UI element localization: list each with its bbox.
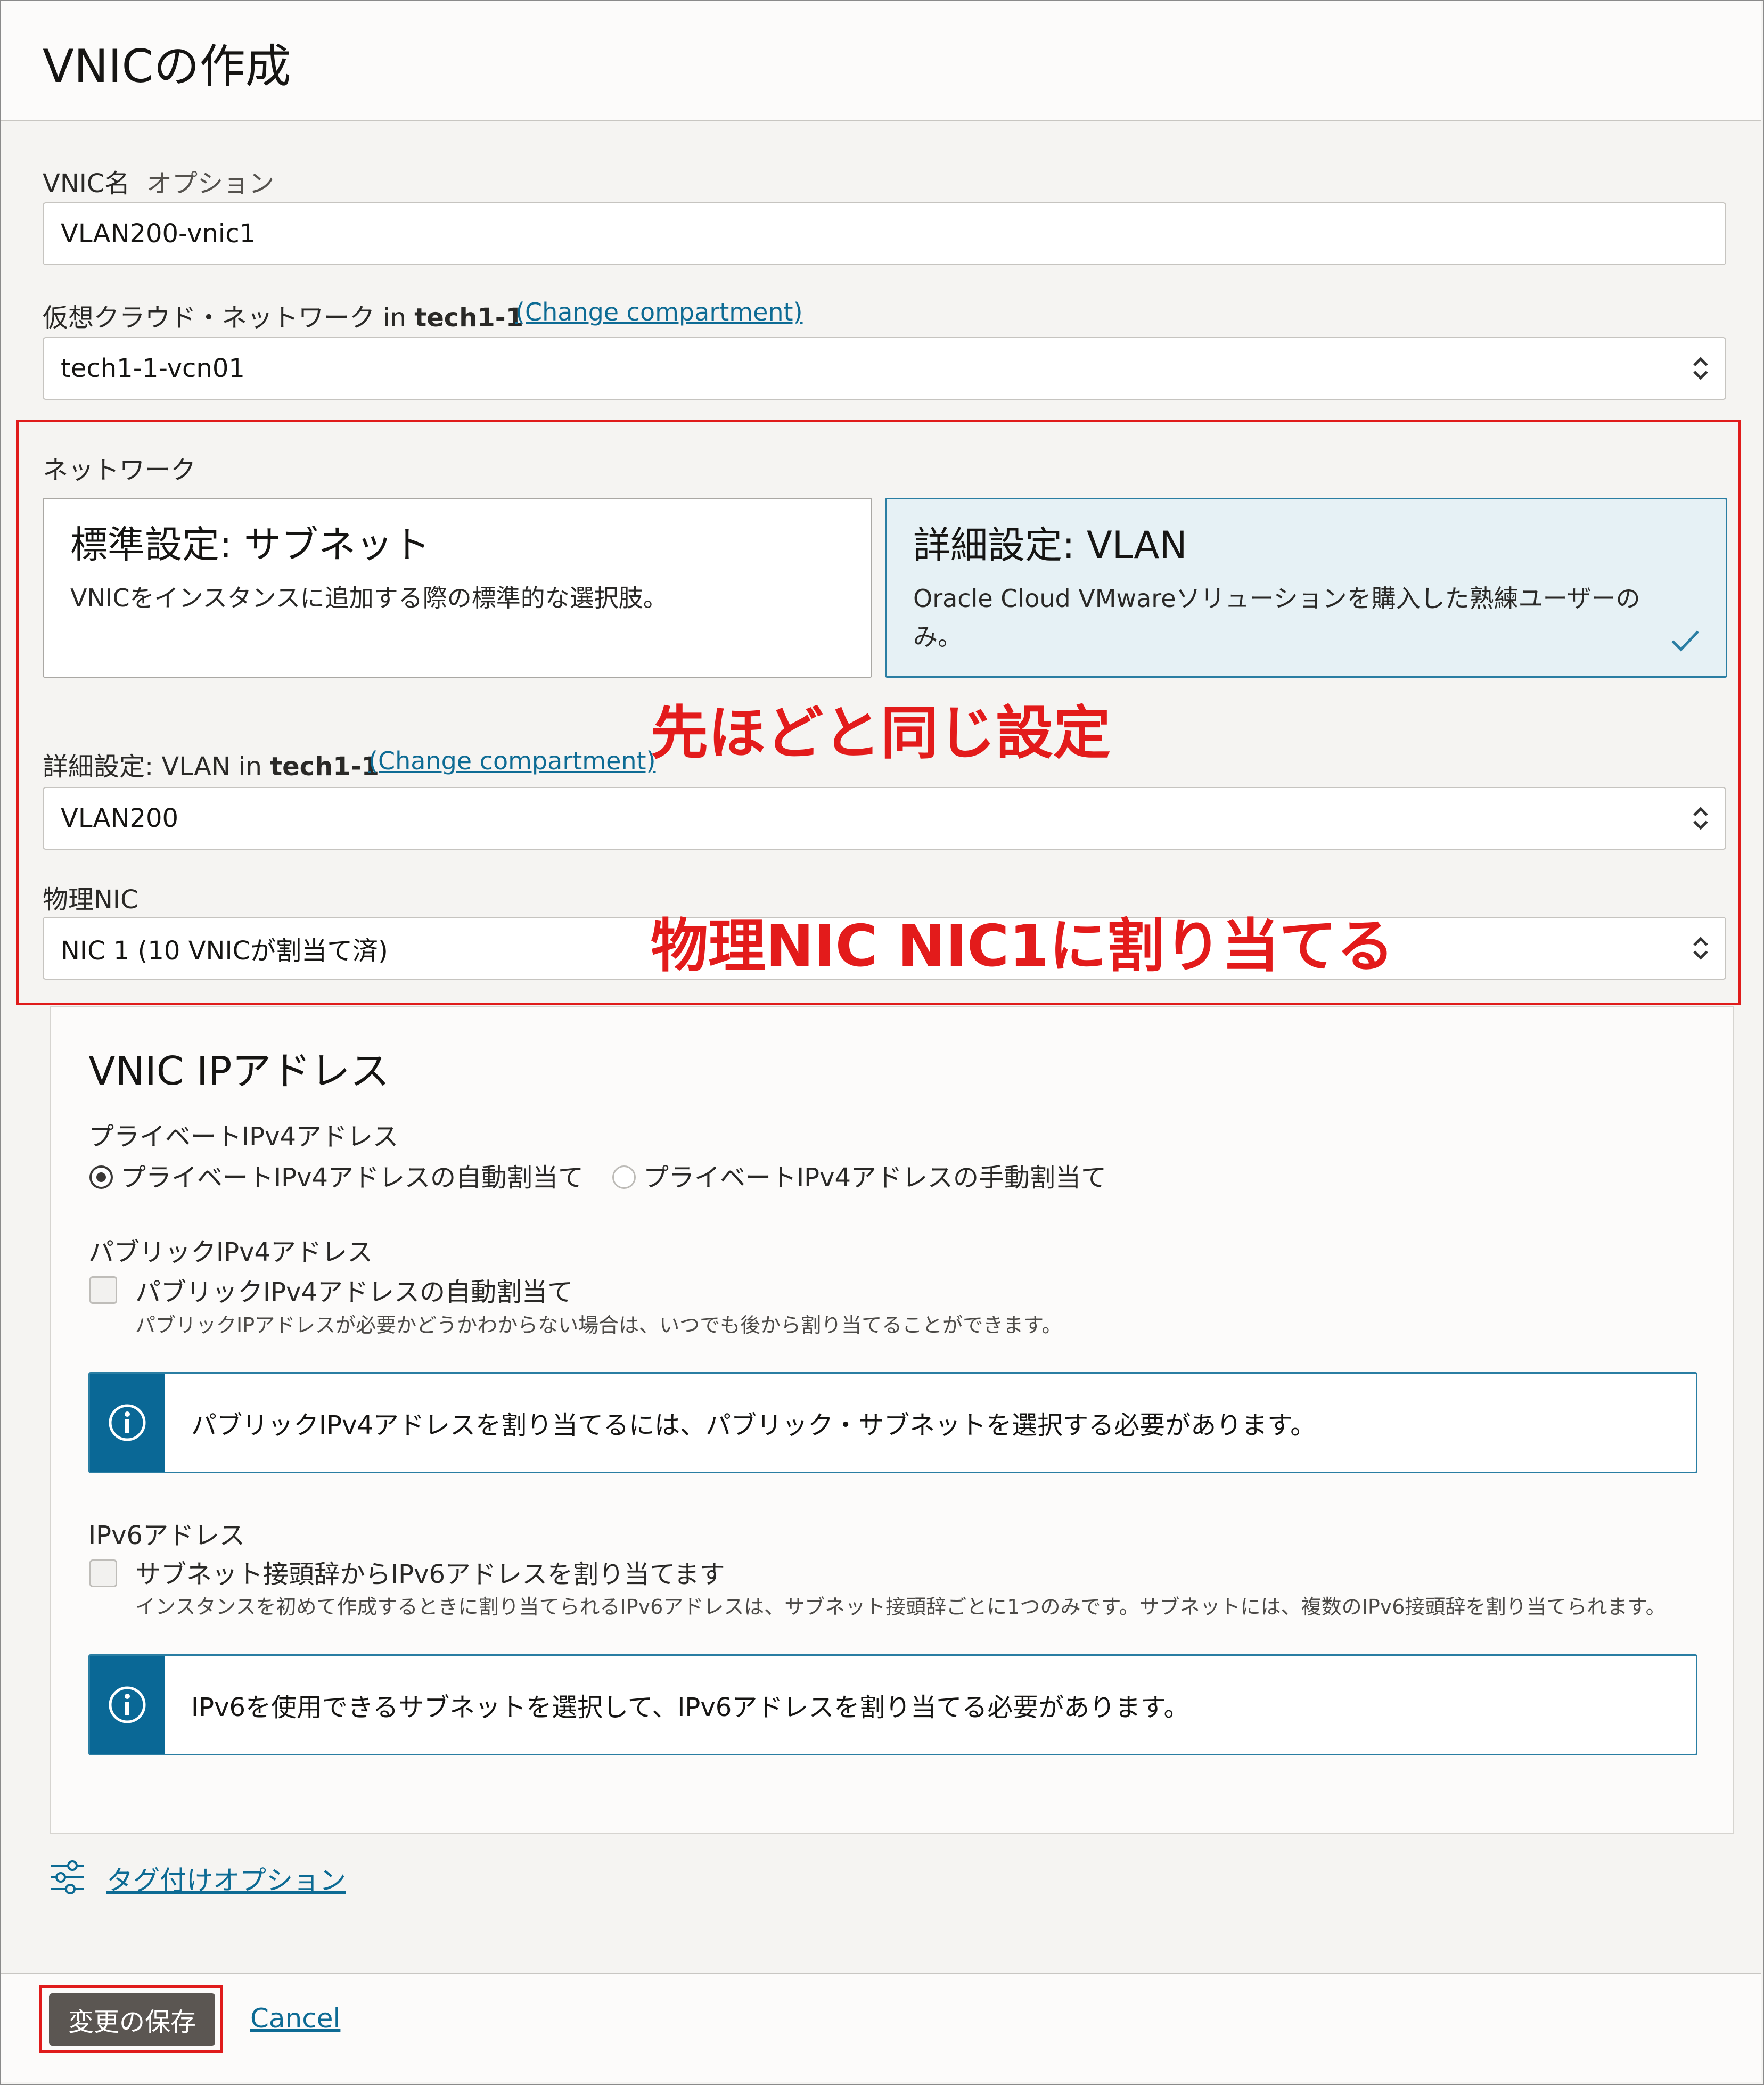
advanced-card-desc: Oracle Cloud VMwareソリューションを購入した熟練ユーザーの み… [913, 579, 1640, 656]
advanced-vlan-card[interactable]: 詳細設定: VLAN Oracle Cloud VMwareソリューションを購入… [885, 498, 1727, 678]
vnic-name-label: VNIC名 オプション [43, 162, 274, 200]
advanced-card-desc-line1: Oracle Cloud VMwareソリューションを購入した熟練ユーザーの [913, 584, 1640, 613]
vnic-name-input[interactable]: VLAN200-vnic1 [43, 202, 1726, 265]
chevron-updown-icon [1693, 937, 1708, 960]
vcn-compartment: tech1-1 [414, 303, 524, 333]
vcn-change-compartment-link[interactable]: (Change compartment) [515, 298, 803, 326]
public-ipv4-info-banner: パブリックIPv4アドレスを割り当てるには、パブリック・サブネットを選択する必要… [88, 1372, 1697, 1473]
standard-subnet-card[interactable]: 標準設定: サブネット VNICをインスタンスに追加する際の標準的な選択肢。 [43, 498, 872, 678]
public-ipv4-label: パブリックIPv4アドレス [88, 1237, 373, 1267]
dialog-header: VNICの作成 [1, 1, 1761, 121]
private-manual-label: プライベートIPv4アドレスの手動割当て [643, 1163, 1107, 1193]
vlan-label: 詳細設定: VLAN in tech1-1 [43, 745, 379, 783]
chevron-updown-icon [1693, 357, 1708, 380]
info-bar [90, 1374, 165, 1472]
save-changes-button[interactable]: 変更の保存 [49, 1993, 215, 2046]
private-auto-label: プライベートIPv4アドレスの自動割当て [120, 1163, 584, 1193]
physical-nic-label: 物理NIC [43, 885, 138, 915]
vlan-label-text: 詳細設定: VLAN in [43, 752, 270, 782]
physical-nic-value: NIC 1 (10 VNICが割当て済) [61, 936, 388, 966]
vnic-name-value: VLAN200-vnic1 [61, 219, 256, 249]
advanced-card-title: 詳細設定: VLAN [913, 523, 1187, 567]
ipv6-help: インスタンスを初めて作成するときに割り当てられるIPv6アドレスは、サブネット接… [135, 1595, 1666, 1619]
vlan-change-compartment-link[interactable]: (Change compartment) [368, 746, 656, 775]
ipv6-label: IPv6アドレス [88, 1521, 245, 1550]
annotation-same-settings: 先ほどと同じ設定 [651, 700, 1111, 767]
cancel-link[interactable]: Cancel [250, 2003, 340, 2034]
vlan-select[interactable]: VLAN200 [43, 787, 1726, 850]
private-ipv4-label: プライベートIPv4アドレス [88, 1122, 399, 1152]
ip-section-title: VNIC IPアドレス [88, 1048, 390, 1094]
standard-card-desc: VNICをインスタンスに追加する際の標準的な選択肢。 [70, 584, 668, 612]
private-manual-radio[interactable] [612, 1165, 636, 1189]
standard-card-title: 標準設定: サブネット [70, 523, 430, 567]
ipv6-checkbox[interactable] [89, 1559, 117, 1587]
vlan-compartment: tech1-1 [270, 752, 379, 782]
public-ipv4-checkbox[interactable] [89, 1276, 117, 1304]
public-ipv4-checkbox-label: パブリックIPv4アドレスの自動割当て [135, 1277, 573, 1307]
check-icon [1671, 630, 1699, 652]
vcn-select[interactable]: tech1-1-vcn01 [43, 337, 1726, 400]
network-label: ネットワーク [43, 455, 196, 485]
tag-options-icon[interactable] [49, 1860, 86, 1894]
annotation-assign-nic: 物理NIC NIC1に割り当てる [651, 913, 1394, 980]
chevron-updown-icon [1693, 807, 1708, 830]
ipv6-info-text: IPv6を使用できるサブネットを選択して、IPv6アドレスを割り当てる必要があり… [191, 1693, 1189, 1722]
info-icon [109, 1404, 146, 1441]
vcn-label-text: 仮想クラウド・ネットワーク in [43, 303, 415, 333]
vcn-label: 仮想クラウド・ネットワーク in tech1-1 [43, 297, 523, 334]
public-ipv4-info-text: パブリックIPv4アドレスを割り当てるには、パブリック・サブネットを選択する必要… [191, 1410, 1316, 1440]
vnic-name-label-text: VNIC名 [43, 169, 130, 199]
advanced-card-desc-line2: み。 [913, 622, 962, 651]
info-icon [109, 1686, 146, 1723]
page-title: VNICの作成 [43, 40, 291, 93]
vlan-select-value: VLAN200 [61, 803, 179, 833]
public-ipv4-help: パブリックIPアドレスが必要かどうかわからない場合は、いつでも後から割り当てるこ… [135, 1314, 1062, 1337]
ipv6-checkbox-label: サブネット接頭辞からIPv6アドレスを割り当てます [135, 1559, 725, 1589]
private-auto-radio[interactable] [89, 1165, 113, 1189]
vnic-ip-panel: VNIC IPアドレス プライベートIPv4アドレス プライベートIPv4アドレ… [50, 1006, 1734, 1834]
optional-tag: オプション [146, 169, 274, 199]
tagging-options-link[interactable]: タグ付けオプション [106, 1859, 346, 1898]
vcn-select-value: tech1-1-vcn01 [61, 354, 245, 383]
info-bar [90, 1656, 165, 1754]
ipv6-info-banner: IPv6を使用できるサブネットを選択して、IPv6アドレスを割り当てる必要があり… [88, 1654, 1697, 1755]
